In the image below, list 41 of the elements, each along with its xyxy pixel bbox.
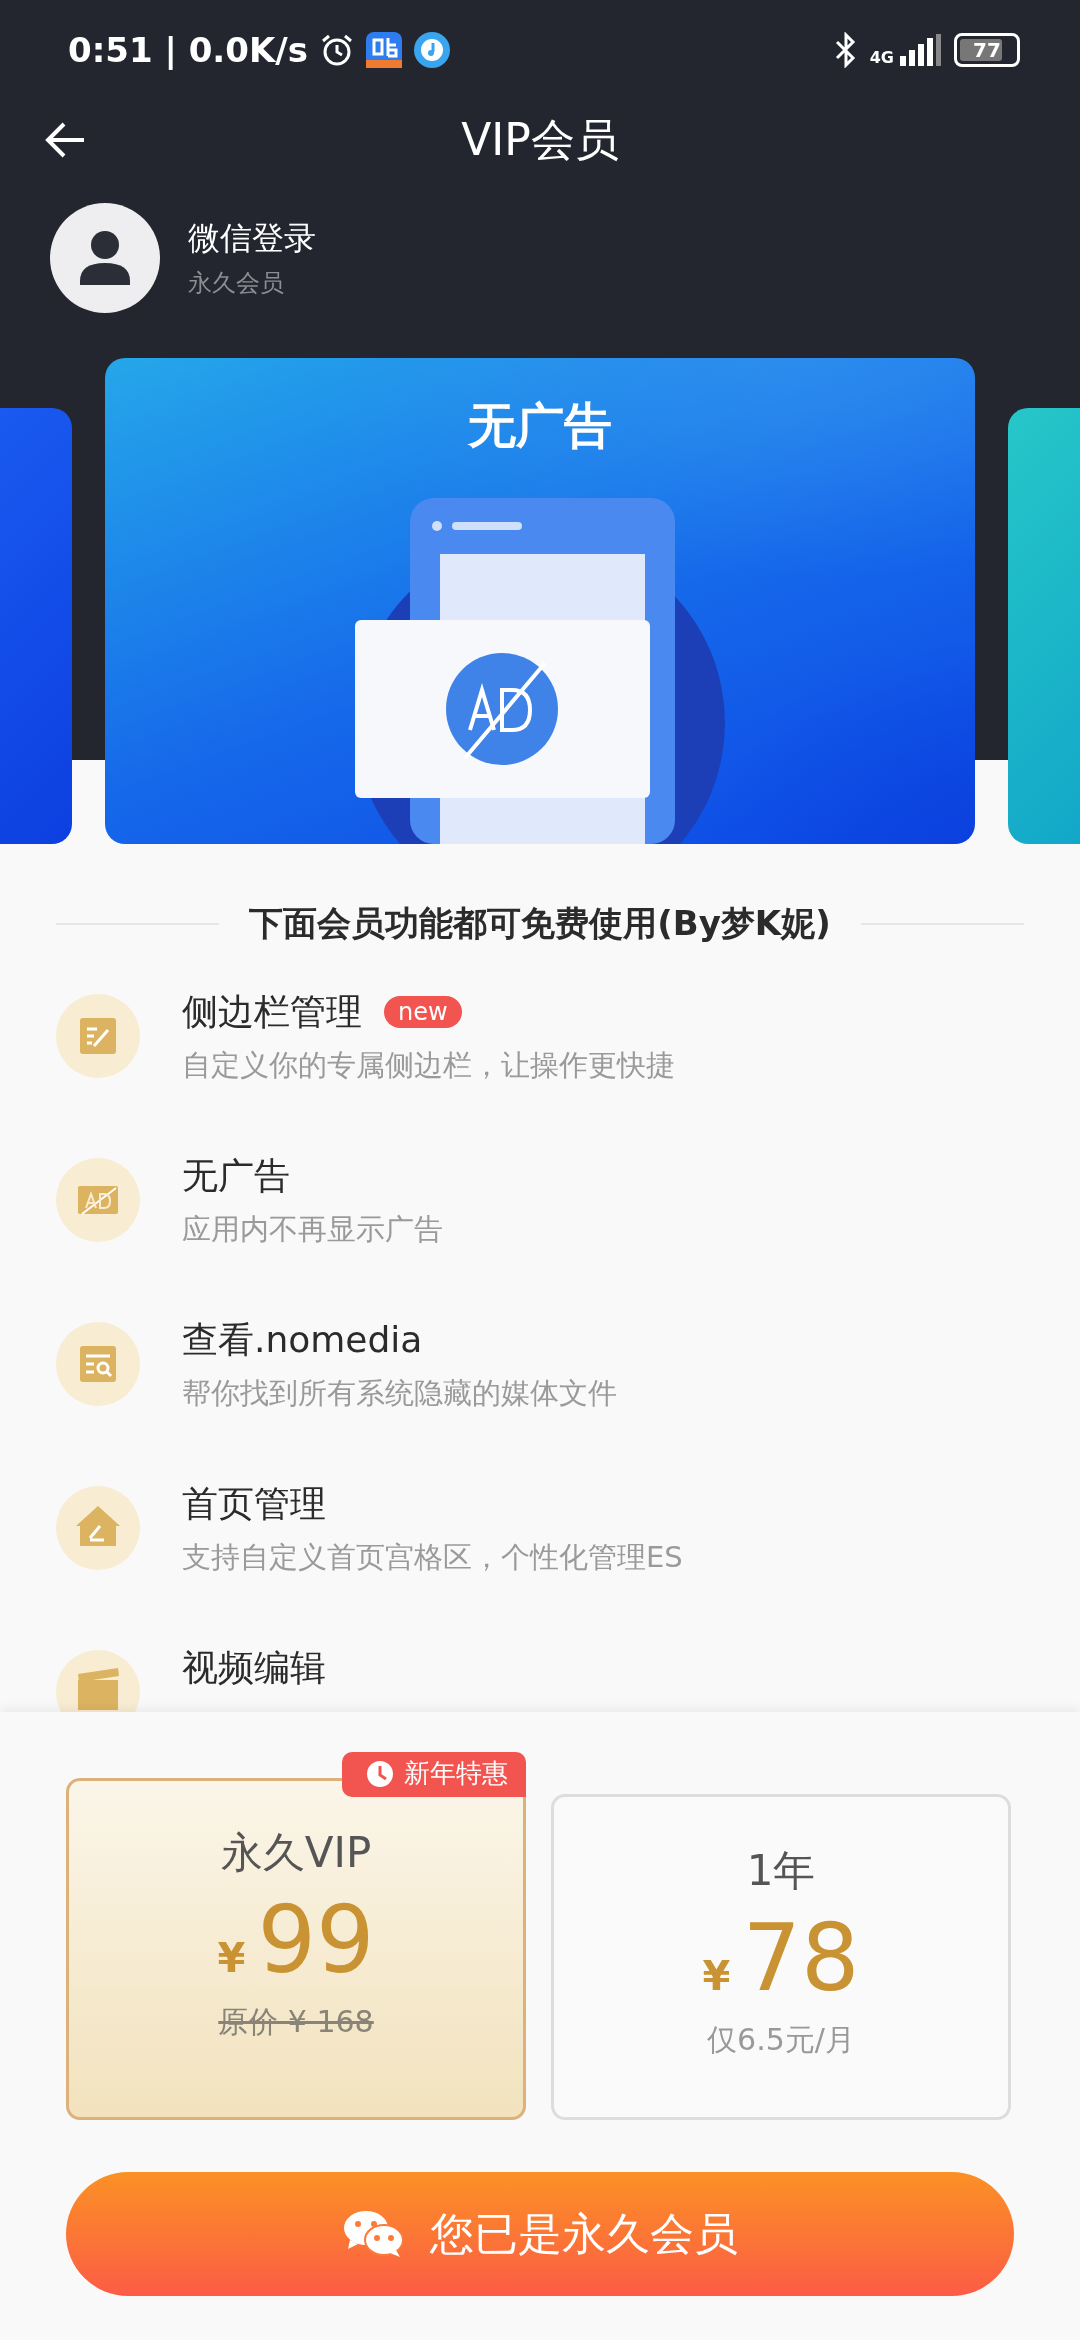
bluetooth-icon bbox=[833, 32, 858, 68]
feature-title[interactable]: 查看.nomedia bbox=[182, 1315, 423, 1365]
status-time: 0:51 | 0.0K/s bbox=[68, 30, 308, 70]
banner-title: 无广告 bbox=[468, 396, 612, 455]
music-app-icon bbox=[413, 32, 450, 68]
feature-icon bbox=[56, 1486, 140, 1570]
plan-price: 78 bbox=[742, 1905, 860, 2012]
network-type: 4G bbox=[869, 50, 894, 66]
plan-name: 1年 bbox=[746, 1845, 816, 1897]
plan-price: 99 bbox=[257, 1887, 375, 1994]
currency-sign: ¥ bbox=[702, 1953, 731, 1999]
user-name[interactable]: 微信登录 bbox=[188, 217, 316, 261]
feature-description: 应用内不再显示广告 bbox=[182, 1211, 443, 1248]
app-icon bbox=[365, 32, 402, 68]
clock-icon bbox=[366, 1759, 394, 1788]
monthly-price: 仅6.5元/月 bbox=[707, 2021, 855, 2059]
new-badge: new bbox=[384, 996, 462, 1028]
plan-card[interactable]: 1年 ¥78 仅6.5元/月 bbox=[551, 1794, 1011, 2120]
section-heading: 下面会员功能都可免费使用(By梦K妮) bbox=[249, 902, 831, 945]
banner-card[interactable]: 无广告 bbox=[105, 358, 975, 844]
page-title: VIP会员 bbox=[461, 112, 619, 167]
feature-description: 帮你找到所有系统隐藏的媒体文件 bbox=[182, 1375, 617, 1412]
feature-title[interactable]: 首页管理 bbox=[182, 1479, 326, 1529]
currency-sign: ¥ bbox=[217, 1935, 246, 1981]
feature-title[interactable]: 侧边栏管理 bbox=[182, 987, 362, 1037]
battery-icon: 77 bbox=[954, 33, 1020, 67]
membership-label: 永久会员 bbox=[188, 268, 285, 299]
feature-description: 支持自定义首页宫格区，个性化管理ES bbox=[182, 1539, 683, 1576]
original-price: 原价 ¥ 168 bbox=[218, 2003, 374, 2041]
feature-icon bbox=[56, 1322, 140, 1406]
feature-title[interactable]: 无广告 bbox=[182, 1151, 290, 1201]
back-icon[interactable] bbox=[44, 120, 86, 160]
feature-icon bbox=[56, 994, 140, 1078]
plan-name: 永久VIP bbox=[220, 1827, 372, 1879]
feature-title[interactable]: 视频编辑 bbox=[182, 1643, 326, 1693]
wechat-icon bbox=[342, 2210, 404, 2258]
signal-icon bbox=[898, 34, 942, 66]
alarm-icon bbox=[319, 33, 354, 67]
avatar-icon[interactable] bbox=[50, 203, 160, 313]
feature-description: 自定义你的专属侧边栏，让操作更快捷 bbox=[182, 1047, 675, 1084]
feature-icon bbox=[56, 1158, 140, 1242]
